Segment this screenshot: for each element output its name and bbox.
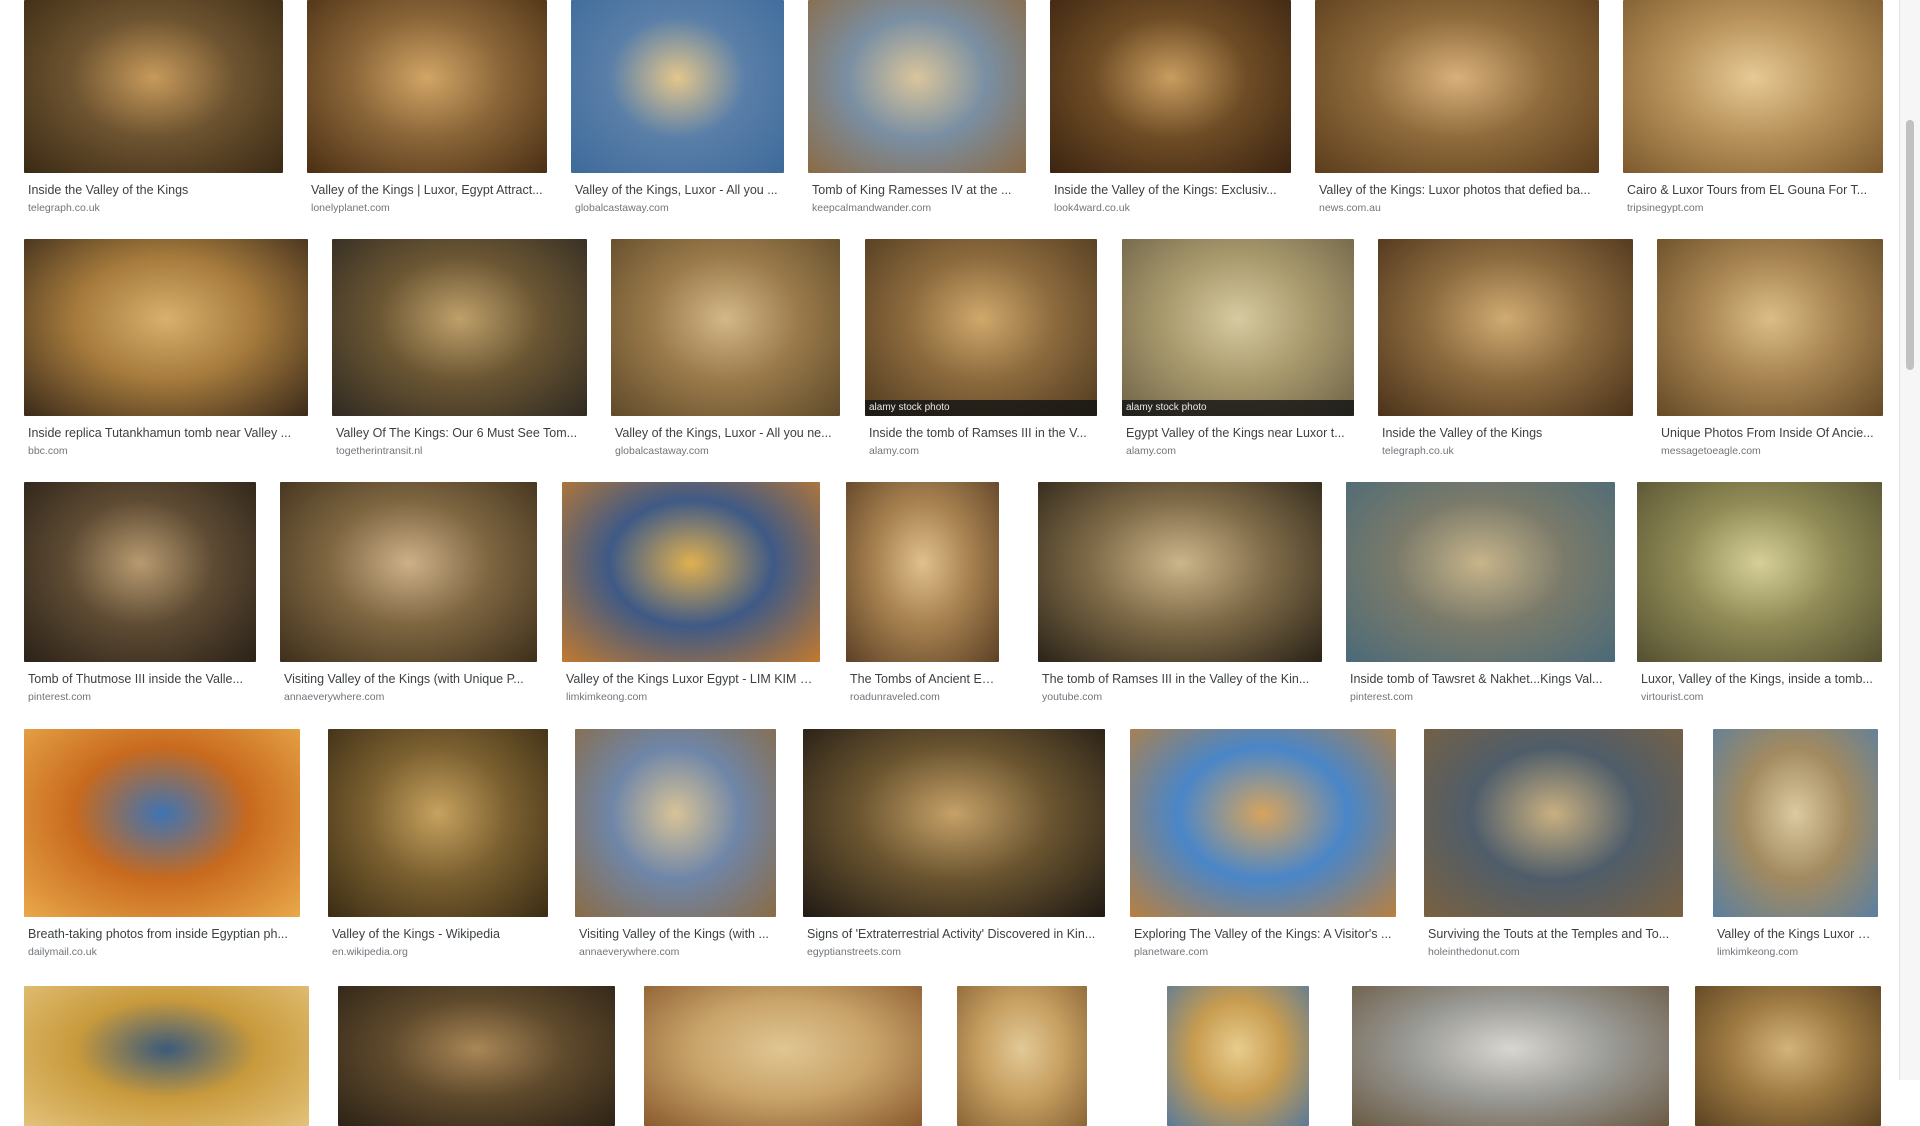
result-source-domain[interactable]: dailymail.co.uk (28, 946, 296, 958)
result-thumbnail[interactable] (280, 482, 537, 662)
result-title[interactable]: Visiting Valley of the Kings (with Uniqu… (284, 672, 533, 686)
result-source-domain[interactable]: look4ward.co.uk (1054, 202, 1287, 214)
result-title[interactable]: Inside tomb of Tawsret & Nakhet...Kings … (1350, 672, 1611, 686)
result-source-domain[interactable]: youtube.com (1042, 691, 1318, 703)
result-title[interactable]: Inside the Valley of the Kings: Exclusiv… (1054, 183, 1287, 197)
result-thumbnail[interactable] (1038, 482, 1322, 662)
scrollbar-thumb[interactable] (1906, 120, 1914, 370)
result-source-domain[interactable]: keepcalmandwander.com (812, 202, 1022, 214)
vertical-scrollbar[interactable] (1899, 0, 1920, 1080)
result-source-domain[interactable]: telegraph.co.uk (1382, 445, 1629, 457)
result-thumbnail[interactable] (571, 0, 784, 173)
result-source-domain[interactable]: news.com.au (1319, 202, 1595, 214)
result-thumbnail[interactable] (1713, 729, 1878, 917)
result-title[interactable]: Exploring The Valley of the Kings: A Vis… (1134, 927, 1392, 941)
result-thumbnail[interactable] (24, 0, 283, 173)
result-title[interactable]: Valley of the Kings, Luxor - All you ne.… (615, 426, 836, 440)
result-thumbnail[interactable]: alamy stock photo (1122, 239, 1354, 416)
result-source-domain[interactable]: tripsinegypt.com (1627, 202, 1879, 214)
result-thumbnail[interactable] (24, 482, 256, 662)
result-source-domain[interactable]: telegraph.co.uk (28, 202, 279, 214)
result-thumbnail[interactable] (1695, 986, 1881, 1126)
stock-watermark-label: alamy stock photo (865, 400, 1097, 416)
result-source-domain[interactable]: annaeverywhere.com (284, 691, 533, 703)
result-source-domain[interactable]: bbc.com (28, 445, 304, 457)
result-thumbnail[interactable] (846, 482, 999, 662)
result-source-domain[interactable]: messagetoeagle.com (1661, 445, 1879, 457)
result-thumbnail[interactable] (1050, 0, 1291, 173)
result-title[interactable]: The tomb of Ramses III in the Valley of … (1042, 672, 1318, 686)
result-title[interactable]: Valley of the Kings | Luxor, Egypt Attra… (311, 183, 543, 197)
result-title[interactable]: Valley of the Kings Luxor Egypt - LIM KI… (566, 672, 816, 686)
result-title[interactable]: Tomb of King Ramesses IV at the ... (812, 183, 1022, 197)
result-title[interactable]: Inside replica Tutankhamun tomb near Val… (28, 426, 304, 440)
result-source-domain[interactable]: alamy.com (869, 445, 1093, 457)
result-source-domain[interactable]: virtourist.com (1641, 691, 1878, 703)
result-title[interactable]: The Tombs of Ancient Egy... (850, 672, 995, 686)
result-thumbnail[interactable] (575, 729, 776, 917)
result-title[interactable]: Inside the Valley of the Kings (28, 183, 279, 197)
result-source-domain[interactable]: planetware.com (1134, 946, 1392, 958)
result-thumbnail[interactable] (1167, 986, 1309, 1126)
result-thumbnail[interactable] (24, 986, 309, 1126)
result-source-domain[interactable]: alamy.com (1126, 445, 1350, 457)
stock-watermark-label: alamy stock photo (1122, 400, 1354, 416)
result-thumbnail[interactable] (808, 0, 1026, 173)
result-thumbnail[interactable] (332, 239, 587, 416)
result-title[interactable]: Surviving the Touts at the Temples and T… (1428, 927, 1679, 941)
result-thumbnail[interactable] (1623, 0, 1883, 173)
result-source-domain[interactable]: egyptianstreets.com (807, 946, 1101, 958)
result-title[interactable]: Inside the Valley of the Kings (1382, 426, 1629, 440)
result-title[interactable]: Valley of the Kings, Luxor - All you ... (575, 183, 780, 197)
image-results-grid: Inside the Valley of the Kings telegraph.… (0, 0, 1900, 1126)
result-source-domain[interactable]: en.wikipedia.org (332, 946, 544, 958)
result-thumbnail[interactable] (307, 0, 547, 173)
result-title[interactable]: Cairo & Luxor Tours from EL Gouna For T.… (1627, 183, 1879, 197)
result-source-domain[interactable]: roadunraveled.com (850, 691, 995, 703)
result-thumbnail[interactable] (1315, 0, 1599, 173)
result-source-domain[interactable]: holeinthedonut.com (1428, 946, 1679, 958)
result-source-domain[interactable]: globalcastaway.com (615, 445, 836, 457)
result-source-domain[interactable]: togetherintransit.nl (336, 445, 583, 457)
result-thumbnail[interactable] (644, 986, 922, 1126)
result-title[interactable]: Valley of the Kings: Luxor photos that d… (1319, 183, 1595, 197)
result-title[interactable]: Valley Of The Kings: Our 6 Must See Tom.… (336, 426, 583, 440)
result-thumbnail[interactable] (1637, 482, 1882, 662)
result-thumbnail[interactable] (562, 482, 820, 662)
result-thumbnail[interactable] (24, 729, 300, 917)
result-title[interactable]: Valley of the Kings Luxor E... (1717, 927, 1874, 941)
result-thumbnail[interactable] (338, 986, 615, 1126)
result-thumbnail[interactable] (328, 729, 548, 917)
result-title[interactable]: Signs of 'Extraterrestrial Activity' Dis… (807, 927, 1101, 941)
result-thumbnail[interactable] (611, 239, 840, 416)
result-thumbnail[interactable] (1378, 239, 1633, 416)
result-thumbnail[interactable] (1657, 239, 1883, 416)
result-title[interactable]: Valley of the Kings - Wikipedia (332, 927, 544, 941)
result-source-domain[interactable]: pinterest.com (28, 691, 252, 703)
result-source-domain[interactable]: pinterest.com (1350, 691, 1611, 703)
result-source-domain[interactable]: lonelyplanet.com (311, 202, 543, 214)
result-title[interactable]: Egypt Valley of the Kings near Luxor t..… (1126, 426, 1350, 440)
result-source-domain[interactable]: limkimkeong.com (566, 691, 816, 703)
result-title[interactable]: Visiting Valley of the Kings (with ... (579, 927, 772, 941)
result-title[interactable]: Breath-taking photos from inside Egyptia… (28, 927, 296, 941)
result-source-domain[interactable]: annaeverywhere.com (579, 946, 772, 958)
result-thumbnail[interactable] (1424, 729, 1683, 917)
result-thumbnail[interactable]: alamy stock photo (865, 239, 1097, 416)
result-thumbnail[interactable] (957, 986, 1087, 1126)
result-thumbnail[interactable] (803, 729, 1105, 917)
result-title[interactable]: Unique Photos From Inside Of Ancie... (1661, 426, 1879, 440)
result-thumbnail[interactable] (1352, 986, 1669, 1126)
result-thumbnail[interactable] (1130, 729, 1396, 917)
result-source-domain[interactable]: limkimkeong.com (1717, 946, 1874, 958)
result-thumbnail[interactable] (1346, 482, 1615, 662)
result-title[interactable]: Luxor, Valley of the Kings, inside a tom… (1641, 672, 1878, 686)
result-title[interactable]: Inside the tomb of Ramses III in the V..… (869, 426, 1093, 440)
result-title[interactable]: Tomb of Thutmose III inside the Valle... (28, 672, 252, 686)
result-thumbnail[interactable] (24, 239, 308, 416)
result-source-domain[interactable]: globalcastaway.com (575, 202, 780, 214)
